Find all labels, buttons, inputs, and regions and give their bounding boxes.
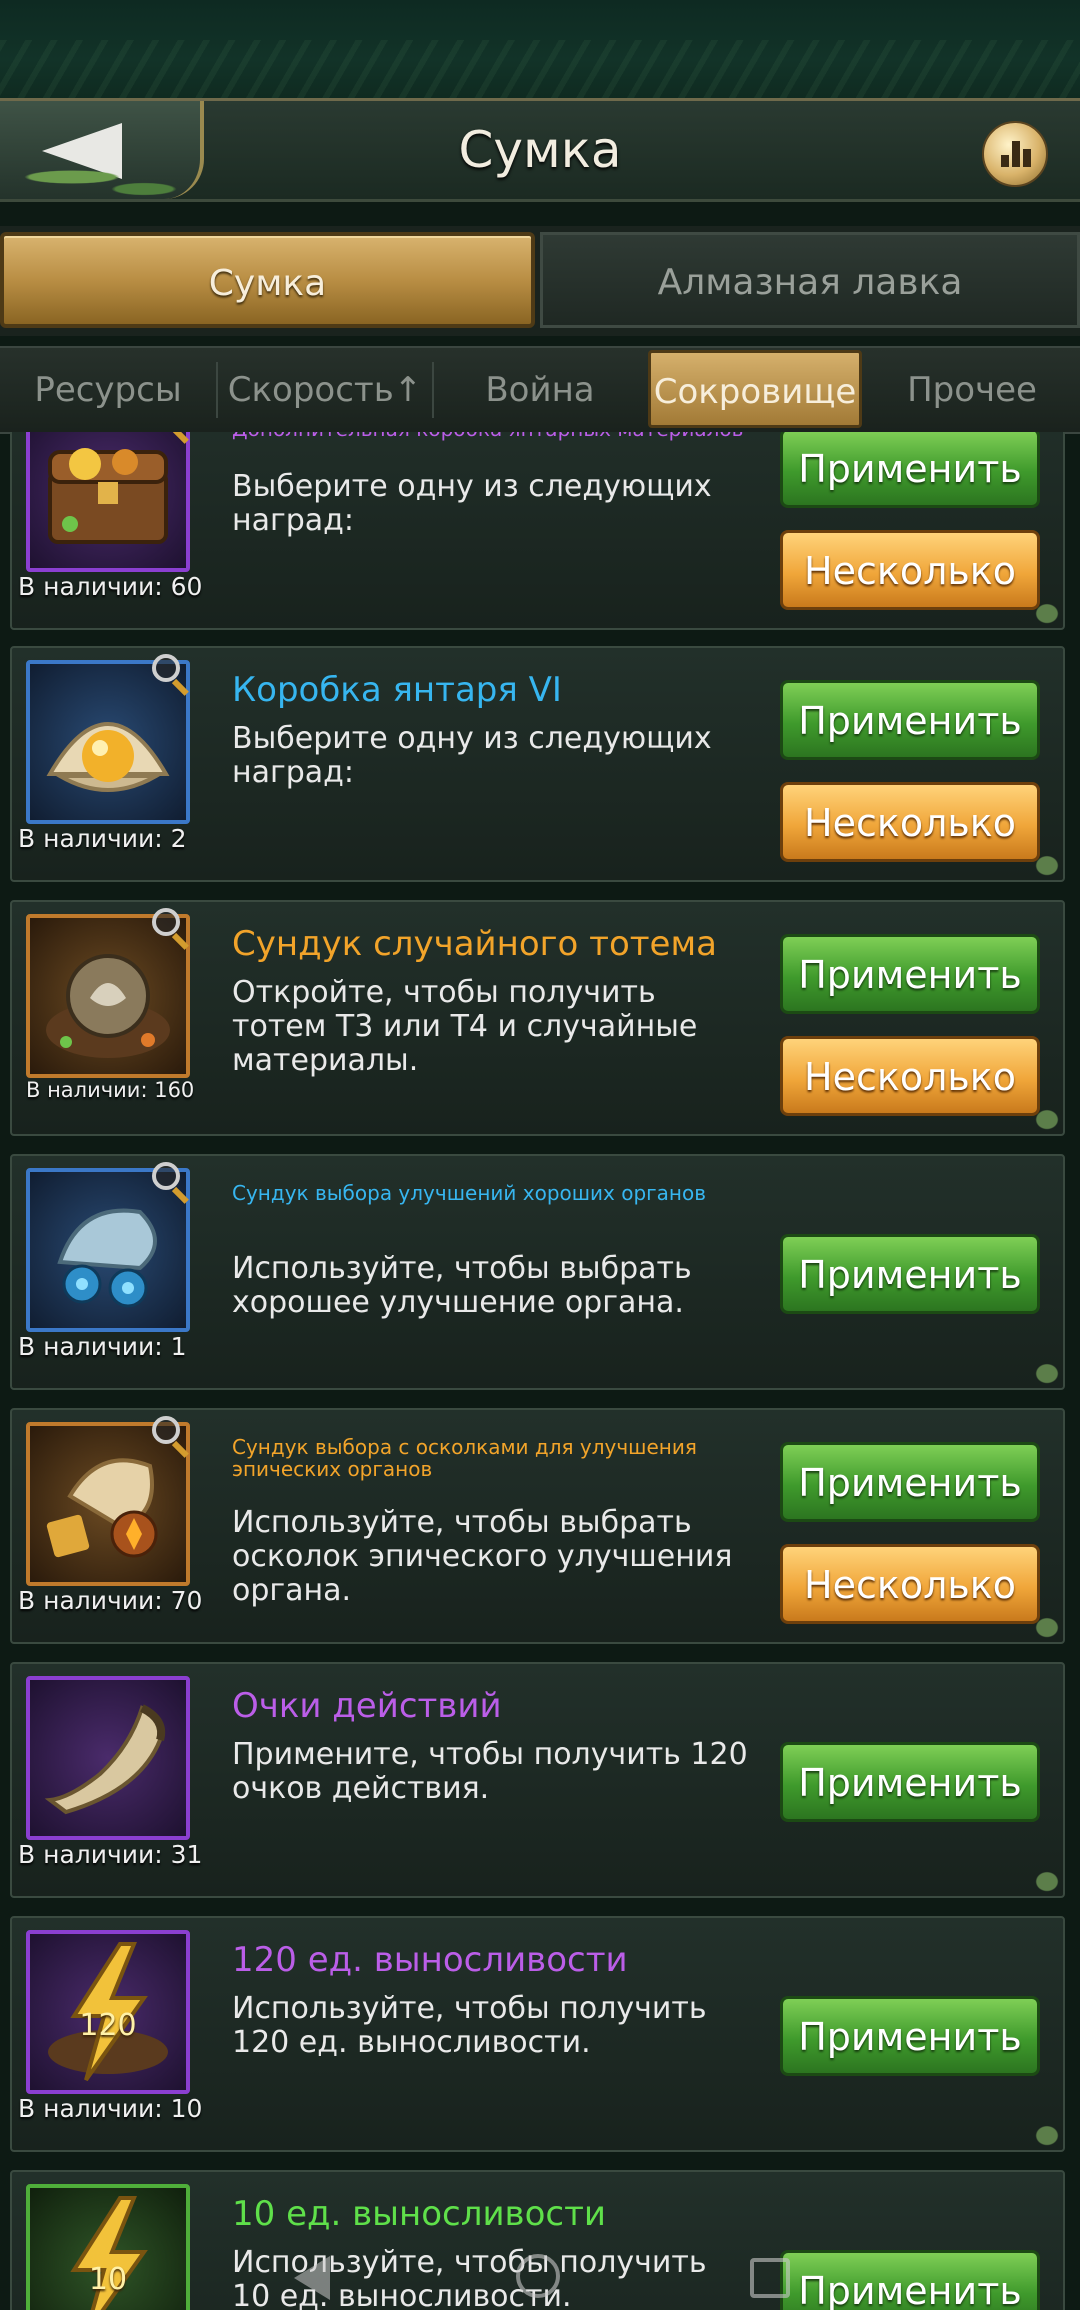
item-title: Сундук выбора с осколками для улучшения … [232,1435,697,1481]
lightning-stamina-icon[interactable]: 120 [26,1930,190,2094]
item-description: Выберите одну из следующих наград: [232,469,712,538]
multiple-button[interactable]: Несколько [780,782,1040,862]
apply-button[interactable]: Применить [780,2250,1040,2310]
corner-decoration [1029,1104,1059,1130]
magnifier-icon[interactable] [152,1162,190,1204]
list-item: Сундук выбора с осколками для улучшения … [10,1408,1065,1644]
tab-other[interactable]: Прочее [864,348,1080,432]
item-title: Дополнительная коробка янтарных материал… [232,432,752,440]
magnifier-icon[interactable] [152,908,190,950]
corner-decoration [1029,1866,1059,1892]
item-title: Коробка янтаря VI [232,670,562,710]
item-count: В наличии: 70 [18,1586,203,1615]
list-item: Очки действий Примените, чтобы получить … [10,1662,1065,1898]
item-title: Очки действий [232,1686,502,1726]
header-bar: Сумка [0,98,1080,202]
item-count: В наличии: 31 [18,1840,203,1869]
item-count: В наличии: 160 [26,1078,195,1102]
item-count: В наличии: 10 [18,2094,203,2123]
item-description: Используйте, чтобы получить 10 ед. вынос… [232,2245,707,2310]
multiple-button[interactable]: Несколько [780,530,1040,610]
lightning-stamina-icon[interactable]: 10 [26,2184,190,2310]
item-description: Откройте, чтобы получить тотем Т3 или Т4… [232,975,698,1078]
list-item: Сундук выбора улучшений хороших органов … [10,1154,1065,1390]
multiple-button[interactable]: Несколько [780,1036,1040,1116]
list-item: Дополнительная коробка янтарных материал… [10,432,1065,630]
tab-bag[interactable]: Сумка [0,232,535,328]
item-count: В наличии: 60 [18,572,203,601]
leaf-decoration [0,40,1080,100]
magnifier-icon[interactable] [152,432,190,444]
item-title: Сундук выбора улучшений хороших органов [232,1181,707,1205]
item-list[interactable]: Дополнительная коробка янтарных материал… [0,432,1080,2310]
tab-diamond-shop[interactable]: Алмазная лавка [540,232,1080,328]
apply-button[interactable]: Применить [780,680,1040,760]
main-tabs: Сумка Алмазная лавка [0,226,1080,336]
item-description: Примените, чтобы получить 120 очков дейс… [232,1737,748,1806]
apply-button[interactable]: Применить [780,1442,1040,1522]
apply-button[interactable]: Применить [780,432,1040,508]
top-background [0,0,1080,100]
apply-button[interactable]: Применить [780,934,1040,1014]
corner-decoration [1029,2120,1059,2146]
item-description: Используйте, чтобы выбрать хорошее улучш… [232,1251,692,1320]
apply-button[interactable]: Применить [780,1234,1040,1314]
tab-speedup[interactable]: Скорость↑ [218,348,432,432]
item-description: Выберите одну из следующих наград: [232,721,712,790]
corner-decoration [1029,598,1059,624]
amber-chest-icon[interactable] [26,432,190,572]
tab-war[interactable]: Война [434,348,646,432]
category-tabs: Ресурсы Скорость↑ Война Сокровище Прочее [0,346,1080,434]
icon-number: 10 [88,2262,128,2297]
apply-button[interactable]: Применить [780,1742,1040,1822]
apply-button[interactable]: Применить [780,1996,1040,2076]
tab-resources[interactable]: Ресурсы [0,348,216,432]
multiple-button[interactable]: Несколько [780,1544,1040,1624]
corner-decoration [1029,1358,1059,1384]
item-count: В наличии: 2 [18,824,187,853]
list-item: Коробка янтаря VI Выберите одну из следу… [10,646,1065,882]
bar-chart-icon [1001,141,1031,167]
list-item: 120 120 ед. выносливости Используйте, чт… [10,1916,1065,2152]
magnifier-icon[interactable] [152,1416,190,1458]
corner-decoration [1029,1612,1059,1638]
corner-decoration [1029,850,1059,876]
page-title: Сумка [458,121,622,179]
item-description: Используйте, чтобы получить 120 ед. выно… [232,1991,707,2060]
item-count: В наличии: 1 [18,1332,187,1361]
icon-number: 120 [79,2008,137,2043]
horn-icon[interactable] [26,1676,190,1840]
magnifier-icon[interactable] [152,654,190,696]
tab-treasure[interactable]: Сокровище [648,350,862,428]
ranking-button[interactable] [982,121,1048,187]
list-item: 10 10 ед. выносливости Используйте, чтоб… [10,2170,1065,2310]
list-item: Сундук случайного тотема Откройте, чтобы… [10,900,1065,1136]
item-title: Сундук случайного тотема [232,924,717,964]
item-title: 120 ед. выносливости [232,1940,628,1980]
item-title: 10 ед. выносливости [232,2194,606,2234]
item-description: Используйте, чтобы выбрать осколок эпиче… [232,1505,733,1608]
